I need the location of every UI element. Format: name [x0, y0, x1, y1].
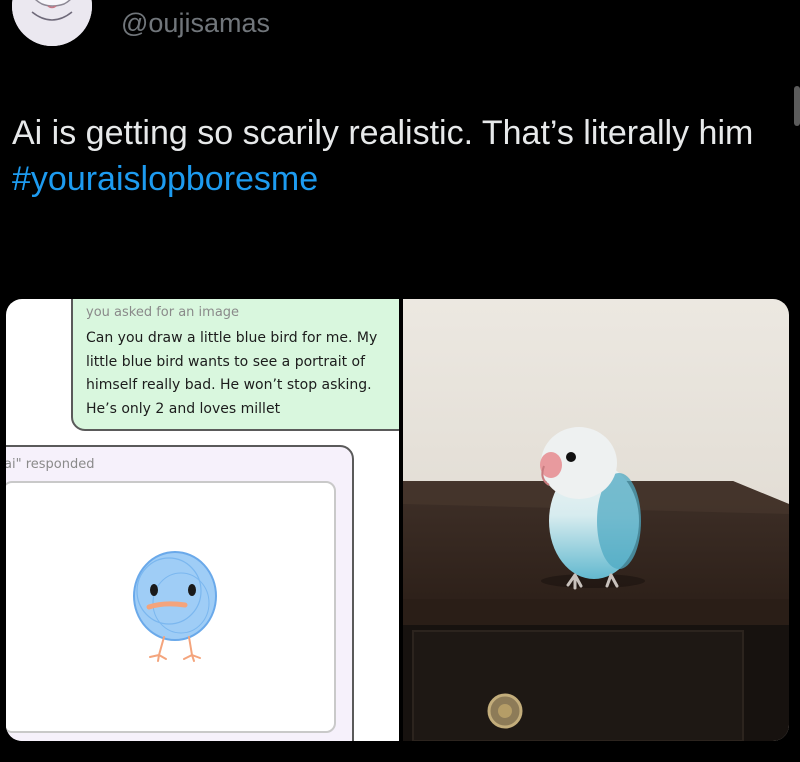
author-handle[interactable]: @oujisamas: [121, 8, 270, 39]
ai-drawing-frame: [6, 481, 336, 733]
author-avatar[interactable]: [12, 0, 92, 46]
tweet-body: Ai is getting so scarily realistic. That…: [12, 114, 754, 152]
chat-screenshot-image[interactable]: you asked for an image Can you draw a li…: [6, 299, 399, 741]
user-message-label: you asked for an image: [86, 305, 240, 320]
parrot-photo-image: [403, 299, 789, 741]
parrot-photo[interactable]: [403, 299, 789, 741]
hashtag-link[interactable]: #youraislopboresme: [12, 156, 772, 202]
prompt-text: Can you draw a little blue bird for me. …: [86, 330, 378, 417]
ai-response-label: ai" responded: [6, 457, 95, 472]
blue-bird-drawing: [133, 551, 217, 662]
tweet-media[interactable]: you asked for an image Can you draw a li…: [6, 299, 789, 741]
avatar-icon: [12, 0, 92, 46]
tweet-text: Ai is getting so scarily realistic. That…: [12, 110, 772, 202]
scrollbar-thumb[interactable]: [794, 86, 800, 126]
